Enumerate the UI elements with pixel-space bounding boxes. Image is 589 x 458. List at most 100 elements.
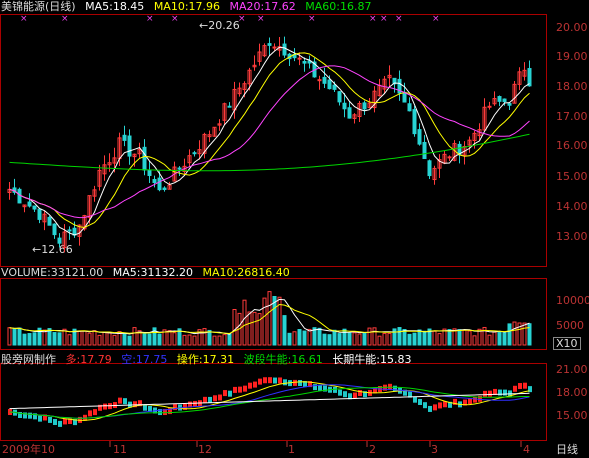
candle-body: [327, 79, 332, 90]
indicator-block: [88, 410, 92, 417]
volume-bar: [292, 331, 297, 346]
volume-bar: [322, 333, 327, 346]
indicator-block: [338, 389, 342, 396]
volume-bar: [107, 332, 112, 346]
candle-body: [417, 129, 422, 145]
volume-bar: [67, 334, 72, 346]
volume-bar: [77, 330, 82, 346]
indicator-block: [513, 385, 517, 392]
volume-bar: [102, 331, 107, 346]
indicator-block: [523, 382, 527, 389]
chart-surface[interactable]: [0, 0, 589, 458]
volume-bar: [7, 327, 12, 346]
indicator-block: [263, 377, 267, 384]
volume-bar: [272, 296, 277, 346]
indicator-block: [438, 402, 442, 409]
candle-body: [527, 68, 532, 87]
volume-bar: [142, 333, 147, 346]
indicator-block: [203, 396, 207, 403]
volume-bar: [92, 330, 97, 346]
indicator-block: [428, 405, 432, 412]
volume-bar: [527, 323, 532, 346]
indicator-block: [298, 379, 302, 386]
candle-body: [152, 179, 157, 184]
indicator-block: [413, 396, 417, 403]
volume-bar: [307, 328, 312, 346]
volume-bar: [132, 327, 137, 346]
candle-body: [347, 107, 352, 119]
indicator-block: [283, 379, 287, 386]
volume-bar: [247, 311, 252, 346]
candle-body: [57, 237, 62, 244]
volume-bar: [402, 329, 407, 346]
volume-bar: [227, 333, 232, 346]
volume-bar: [182, 334, 187, 346]
volume-bar: [492, 331, 497, 346]
indicator-block: [218, 394, 222, 401]
volume-bar: [317, 327, 322, 346]
volume-bar: [412, 332, 417, 346]
volume-bar: [127, 335, 132, 346]
indicator-block: [38, 415, 42, 422]
volume-bar: [367, 327, 372, 346]
volume-bar: [357, 333, 362, 346]
candle-body: [192, 152, 197, 155]
volume-bar: [262, 297, 267, 346]
candle-body: [37, 208, 42, 220]
indicator-block: [293, 379, 297, 386]
candle-body: [337, 91, 342, 103]
indicator-block: [423, 402, 427, 409]
volume-bar: [487, 334, 492, 346]
indicator-block: [353, 392, 357, 399]
indicator-block: [253, 381, 257, 388]
candle-body: [362, 102, 367, 110]
candle-body: [412, 109, 417, 135]
volume-bar: [32, 332, 37, 346]
candle-body: [502, 98, 507, 103]
candle-body: [427, 160, 432, 177]
volume-bar: [457, 329, 462, 346]
indicator-block: [93, 409, 97, 416]
volume-bar: [377, 335, 382, 346]
volume-bar: [217, 335, 222, 346]
volume-bar: [512, 321, 517, 346]
indicator-block: [58, 420, 62, 427]
volume-bar: [202, 328, 207, 346]
indicator-block: [258, 378, 262, 385]
indicator-block: [208, 396, 212, 403]
volume-bar: [522, 322, 527, 346]
indicator-block: [63, 418, 67, 425]
indicator-block: [123, 398, 127, 405]
volume-bar: [332, 329, 337, 346]
volume-bar: [172, 332, 177, 346]
candle-body: [272, 46, 277, 49]
volume-bar: [232, 309, 237, 346]
volume-bar: [297, 329, 302, 346]
indicator-block: [233, 386, 237, 393]
volume-bar: [252, 311, 257, 346]
volume-bar: [122, 333, 127, 346]
indicator-block: [503, 389, 507, 396]
indicator-block: [28, 412, 32, 419]
volume-bar: [437, 333, 442, 346]
indicator-block: [278, 377, 282, 384]
indicator-block: [103, 403, 107, 410]
volume-bar: [392, 328, 397, 346]
volume-bar: [432, 330, 437, 346]
indicator-block: [228, 390, 232, 397]
candle-body: [157, 177, 162, 191]
volume-bar: [97, 334, 102, 346]
candle-body: [447, 156, 452, 159]
indicator-block: [418, 398, 422, 405]
indicator-block: [473, 396, 477, 403]
candle-body: [122, 134, 127, 141]
indicator-block: [243, 385, 247, 392]
volume-bar: [462, 329, 467, 346]
volume-bar: [497, 331, 502, 346]
volume-bar: [52, 332, 57, 346]
volume-bar: [207, 329, 212, 346]
candle-body: [317, 79, 322, 82]
volume-bar: [267, 291, 272, 346]
indicator-block: [483, 390, 487, 397]
ma20-line: [9, 65, 530, 219]
